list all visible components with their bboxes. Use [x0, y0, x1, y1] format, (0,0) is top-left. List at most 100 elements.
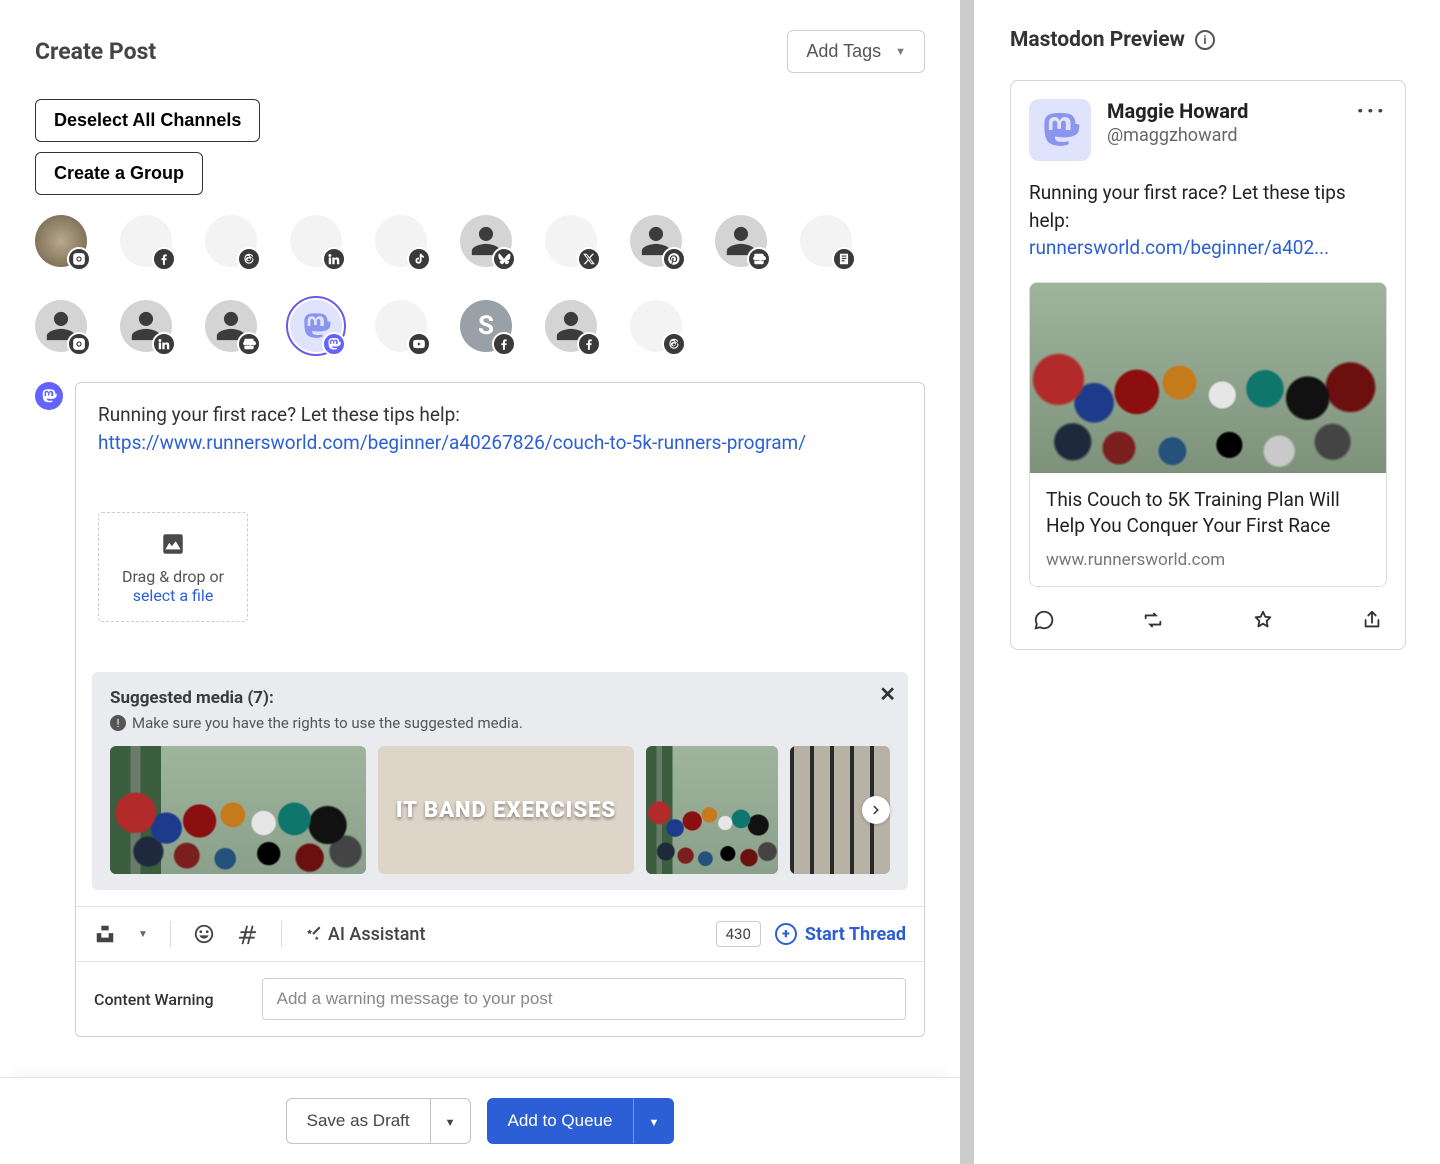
channel-bluesky[interactable]	[460, 215, 512, 267]
select-file-link[interactable]: select a file	[133, 586, 214, 605]
save-draft-group: Save as Draft ▼	[286, 1098, 471, 1144]
thumb-overlay-text: IT BAND EXERCISES	[396, 798, 616, 823]
content-warning-input[interactable]	[262, 978, 906, 1020]
suggested-thumb[interactable]	[110, 746, 366, 874]
preview-text: Running your first race? Let these tips …	[1029, 179, 1387, 262]
composer-caption: Running your first race? Let these tips …	[98, 403, 460, 426]
bluesky-icon	[492, 247, 516, 271]
caret-down-icon: ▼	[445, 1117, 456, 1129]
page-title: Create Post	[35, 38, 156, 65]
composer: Running your first race? Let these tips …	[75, 382, 925, 1037]
plus-icon: +	[775, 923, 797, 945]
emoji-icon[interactable]	[193, 923, 215, 945]
preview-card: Maggie Howard @maggzhoward ··· Running y…	[1010, 80, 1406, 650]
info-icon[interactable]: i	[1195, 30, 1215, 50]
hashtag-icon[interactable]	[237, 923, 259, 945]
channel-linkedin[interactable]	[290, 215, 342, 267]
boost-icon[interactable]	[1142, 609, 1164, 631]
composer-network-badge	[35, 382, 63, 410]
composer-link[interactable]: https://www.runnersworld.com/beginner/a4…	[98, 431, 806, 454]
linkedin-icon	[152, 332, 176, 356]
suggested-thumb[interactable]: IT BAND EXERCISES	[378, 746, 634, 874]
ai-assistant-button[interactable]: AI Assistant	[304, 924, 426, 945]
channel-mastodon[interactable]	[290, 300, 342, 352]
deselect-channels-button[interactable]: Deselect All Channels	[35, 99, 260, 142]
channel-instagram[interactable]	[35, 300, 87, 352]
threads-icon	[662, 332, 686, 356]
preview-heading: Mastodon Preview	[1010, 28, 1185, 52]
save-draft-caret[interactable]: ▼	[431, 1098, 471, 1144]
create-group-button[interactable]: Create a Group	[35, 152, 203, 195]
content-warning-label: Content Warning	[94, 990, 214, 1009]
channel-linkedin[interactable]	[120, 300, 172, 352]
add-queue-group: Add to Queue ▼	[487, 1098, 675, 1144]
reply-icon[interactable]	[1033, 609, 1055, 631]
linkedin-icon	[322, 247, 346, 271]
facebook-icon	[152, 247, 176, 271]
channel-instagram[interactable]	[35, 215, 87, 267]
add-tags-button[interactable]: Add Tags ▼	[787, 30, 925, 73]
preview-handle: @maggzhoward	[1107, 125, 1248, 146]
warning-icon: !	[110, 715, 126, 731]
wand-icon	[304, 925, 322, 943]
share-icon[interactable]	[1361, 609, 1383, 631]
tiktok-icon	[407, 247, 431, 271]
caret-down-icon: ▼	[895, 46, 906, 58]
preview-short-link[interactable]: runnersworld.com/beginner/a402...	[1029, 236, 1329, 259]
chevron-right-icon	[869, 803, 883, 817]
facebook-icon	[577, 332, 601, 356]
link-preview-domain: www.runnersworld.com	[1046, 550, 1370, 570]
x-icon	[577, 247, 601, 271]
composer-text[interactable]: Running your first race? Let these tips …	[98, 401, 902, 456]
start-thread-button[interactable]: + Start Thread	[775, 923, 906, 945]
youtube-icon	[407, 332, 431, 356]
column-divider	[960, 0, 974, 1164]
link-preview-title: This Couch to 5K Training Plan Will Help…	[1046, 487, 1370, 540]
google-business-icon	[747, 247, 771, 271]
dropzone-text: Drag & drop or	[122, 567, 224, 586]
suggested-note: Make sure you have the rights to use the…	[132, 714, 523, 732]
channel-x[interactable]	[545, 215, 597, 267]
channel-tiktok[interactable]	[375, 215, 427, 267]
close-icon[interactable]: ✕	[879, 682, 896, 706]
threads-icon	[237, 247, 261, 271]
channel-grid: S	[35, 215, 925, 352]
add-to-queue-button[interactable]: Add to Queue	[487, 1098, 634, 1144]
suggested-title: Suggested media (7):	[110, 688, 894, 708]
save-draft-button[interactable]: Save as Draft	[286, 1098, 431, 1144]
media-dropzone[interactable]: Drag & drop or select a file	[98, 512, 248, 622]
instagram-icon	[67, 332, 91, 356]
channel-facebook[interactable]: S	[460, 300, 512, 352]
channel-youtube[interactable]	[375, 300, 427, 352]
start-page-icon	[832, 247, 856, 271]
content-warning-row: Content Warning	[76, 961, 924, 1036]
channel-start-page[interactable]	[800, 215, 852, 267]
next-suggested-button[interactable]	[862, 796, 890, 824]
image-icon	[160, 531, 186, 557]
preview-caption: Running your first race? Let these tips …	[1029, 181, 1346, 232]
google-business-icon	[237, 332, 261, 356]
channel-facebook[interactable]	[545, 300, 597, 352]
unsplash-icon[interactable]	[94, 923, 116, 945]
add-to-queue-caret[interactable]: ▼	[633, 1098, 674, 1144]
facebook-icon	[492, 332, 516, 356]
channel-pinterest[interactable]	[630, 215, 682, 267]
channel-google-business[interactable]	[205, 300, 257, 352]
preview-avatar	[1029, 99, 1091, 161]
link-preview-card[interactable]: This Couch to 5K Training Plan Will Help…	[1029, 282, 1387, 587]
instagram-icon	[67, 247, 91, 271]
link-preview-image	[1030, 283, 1386, 473]
preview-actions	[1029, 609, 1387, 631]
caret-down-icon: ▼	[648, 1117, 659, 1129]
channel-threads[interactable]	[205, 215, 257, 267]
favorite-icon[interactable]	[1252, 609, 1274, 631]
footer-bar: Save as Draft ▼ Add to Queue ▼	[0, 1077, 960, 1164]
channel-threads[interactable]	[630, 300, 682, 352]
add-tags-label: Add Tags	[806, 41, 881, 62]
channel-google-business[interactable]	[715, 215, 767, 267]
preview-name: Maggie Howard	[1107, 99, 1248, 123]
media-source-caret[interactable]: ▼	[138, 929, 148, 940]
more-icon[interactable]: ···	[1357, 99, 1387, 124]
suggested-thumb[interactable]	[646, 746, 778, 874]
channel-facebook[interactable]	[120, 215, 172, 267]
